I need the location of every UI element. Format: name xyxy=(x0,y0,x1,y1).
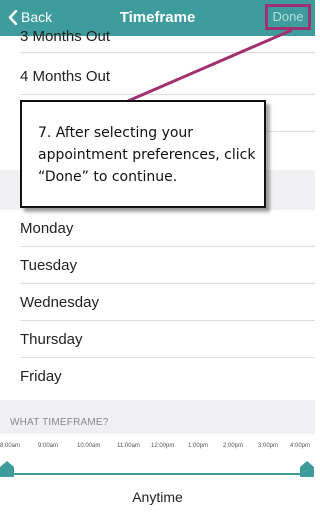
time-label: 11:00am xyxy=(117,443,140,449)
day-row-wednesday[interactable]: Wednesday xyxy=(0,284,315,321)
callout-text: 7. After selecting your appointment pref… xyxy=(38,125,256,185)
time-label: 3:00pm xyxy=(258,443,279,449)
range-start-handle[interactable] xyxy=(0,461,14,477)
time-scale: 8:00am 9:00am 10:00am 11:00am 12:00pm 1:… xyxy=(0,443,315,453)
slider-value-label: Anytime xyxy=(132,489,183,505)
day-label: Monday xyxy=(20,220,74,237)
time-range-track[interactable] xyxy=(6,473,310,475)
time-label: 12:00pm xyxy=(151,443,175,449)
back-label: Back xyxy=(21,9,53,25)
list-item-4-months[interactable]: 4 Months Out xyxy=(0,58,315,95)
chevron-left-icon xyxy=(8,9,18,25)
time-label: 8:00am xyxy=(0,443,21,449)
section-header: WHAT TIMEFRAME? xyxy=(0,400,315,434)
back-button[interactable]: Back xyxy=(8,9,52,25)
option-label: 3 Months Out xyxy=(20,28,111,45)
time-label: 9:00am xyxy=(38,443,59,449)
section-header-label: WHAT TIMEFRAME? xyxy=(10,417,109,428)
day-label: Tuesday xyxy=(20,257,77,274)
day-row-monday[interactable]: Monday xyxy=(0,210,315,247)
day-label: Thursday xyxy=(20,331,83,348)
day-row-friday[interactable]: Friday xyxy=(0,358,315,395)
day-label: Wednesday xyxy=(20,294,99,311)
option-label: 4 Months Out xyxy=(20,68,111,85)
divider xyxy=(20,52,315,53)
list-item-3-months[interactable]: 3 Months Out xyxy=(0,26,315,53)
range-end-handle[interactable] xyxy=(300,461,314,477)
day-row-thursday[interactable]: Thursday xyxy=(0,321,315,358)
instruction-callout: 7. After selecting your appointment pref… xyxy=(20,100,266,208)
day-row-tuesday[interactable]: Tuesday xyxy=(0,247,315,284)
day-label: Friday xyxy=(20,368,62,385)
time-label: 1:00pm xyxy=(188,443,209,449)
time-label: 4:00pm xyxy=(290,443,311,449)
time-label: 2:00pm xyxy=(223,443,244,449)
time-label: 10:00am xyxy=(77,443,101,449)
